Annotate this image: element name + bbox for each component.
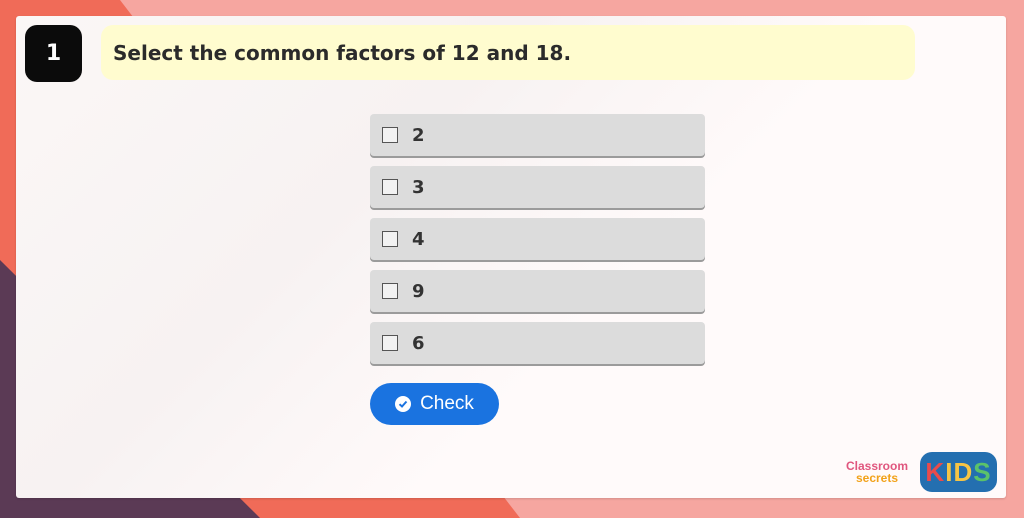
check-circle-icon — [395, 396, 412, 412]
classroom-secrets-logo: Classroom secrets — [841, 460, 913, 488]
question-number-badge: 1 — [25, 25, 82, 82]
option-6[interactable]: 6 — [370, 322, 705, 364]
checkbox[interactable] — [382, 283, 398, 299]
option-4[interactable]: 4 — [370, 218, 705, 260]
question-number: 1 — [45, 41, 62, 66]
option-9[interactable]: 9 — [370, 270, 705, 312]
logo-line-2: secrets — [855, 471, 899, 485]
option-label: 2 — [412, 124, 425, 146]
question-box: Select the common factors of 12 and 18. — [101, 25, 915, 80]
checkbox[interactable] — [382, 127, 398, 143]
kids-letter-s: S — [973, 456, 992, 487]
kids-letter-d: D — [953, 456, 974, 487]
option-3[interactable]: 3 — [370, 166, 705, 208]
option-label: 4 — [412, 228, 425, 250]
check-button[interactable]: Check — [370, 383, 499, 425]
checkbox[interactable] — [382, 231, 398, 247]
option-2[interactable]: 2 — [370, 114, 705, 156]
kids-logo: K I D S — [920, 452, 997, 492]
checkbox[interactable] — [382, 179, 398, 195]
question-text: Select the common factors of 12 and 18. — [113, 40, 572, 65]
option-label: 3 — [412, 176, 425, 198]
option-label: 6 — [412, 332, 425, 354]
checkbox[interactable] — [382, 335, 398, 351]
kids-letter-i: I — [945, 456, 954, 487]
check-button-label: Check — [420, 393, 474, 414]
kids-letter-k: K — [925, 456, 946, 487]
option-label: 9 — [412, 280, 425, 302]
answer-options: 2 3 4 9 6 — [370, 114, 705, 374]
